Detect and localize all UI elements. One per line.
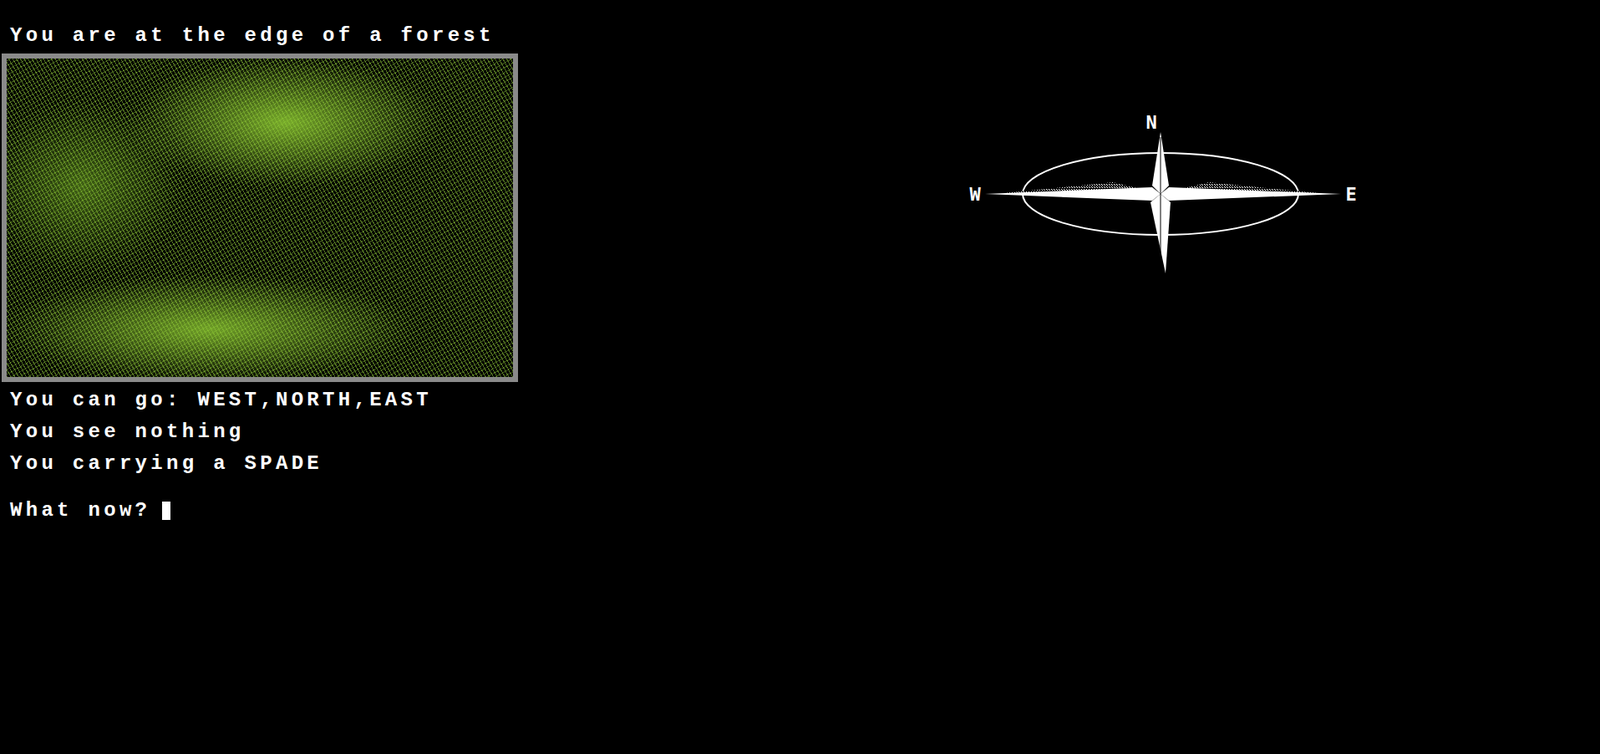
compass-rose-icon: N W E (966, 111, 1364, 288)
inventory-text: You carrying a SPADE (1, 450, 537, 478)
scene-picture (1, 53, 519, 382)
text-cursor (162, 501, 171, 520)
objects-text: You see nothing (1, 418, 537, 446)
command-prompt[interactable]: What now? (1, 497, 537, 524)
text-panel: You are at the edge of a forest You can g… (0, 0, 537, 524)
east-label: E (1345, 183, 1357, 205)
game-screen: You are at the edge of a forest You can g… (0, 0, 1600, 754)
location-text: You are at the edge of a forest (1, 22, 537, 50)
west-label: W (969, 183, 981, 205)
compass: N W E (966, 111, 1364, 288)
exits-text: You can go: WEST,NORTH,EAST (1, 386, 537, 414)
north-label: N (1145, 111, 1157, 133)
